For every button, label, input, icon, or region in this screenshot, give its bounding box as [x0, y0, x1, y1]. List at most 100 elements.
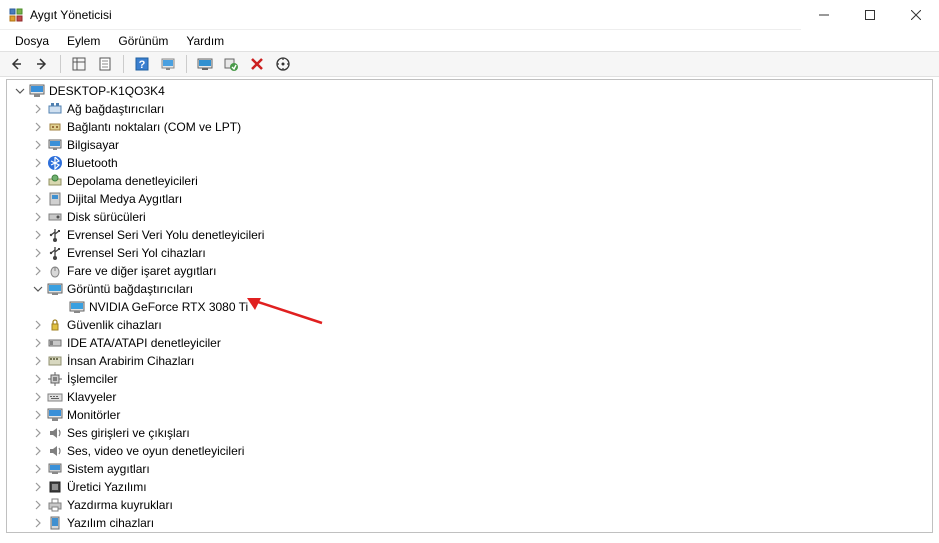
chevron-right-icon[interactable]: [31, 318, 45, 332]
device-tree: DESKTOP-K1QO3K4 Ağ bağdaştırıcıları Bağl…: [7, 80, 932, 533]
tree-item-network-adapters[interactable]: Ağ bağdaştırıcıları: [9, 100, 932, 118]
tree-item-label: Dijital Medya Aygıtları: [67, 192, 182, 206]
back-button[interactable]: [4, 53, 28, 75]
chevron-right-icon[interactable]: [31, 444, 45, 458]
tree-item-software-devices[interactable]: Yazılım cihazları: [9, 514, 932, 532]
chevron-right-icon[interactable]: [31, 498, 45, 512]
chevron-right-icon[interactable]: [31, 192, 45, 206]
monitor-icon: [47, 407, 63, 423]
tree-item-label: Sistem aygıtları: [67, 462, 150, 476]
monitor-button[interactable]: [193, 53, 217, 75]
tree-item-security-devices[interactable]: Güvenlik cihazları: [9, 316, 932, 334]
software-device-icon: [47, 515, 63, 531]
delete-button[interactable]: [245, 53, 269, 75]
tree-item-label: Ses, video ve oyun denetleyicileri: [67, 444, 244, 458]
speaker-icon: [47, 425, 63, 441]
firmware-icon: [47, 479, 63, 495]
help-button[interactable]: ?: [130, 53, 154, 75]
chevron-down-icon[interactable]: [13, 84, 27, 98]
menu-help[interactable]: Yardım: [177, 32, 233, 50]
usb-icon: [47, 227, 63, 243]
keyboard-icon: [47, 389, 63, 405]
chevron-right-icon[interactable]: [31, 426, 45, 440]
tree-item-ide-ata[interactable]: IDE ATA/ATAPI denetleyiciler: [9, 334, 932, 352]
device-tree-container[interactable]: DESKTOP-K1QO3K4 Ağ bağdaştırıcıları Bağl…: [6, 79, 933, 533]
disk-drive-icon: [47, 209, 63, 225]
cpu-icon: [47, 371, 63, 387]
tree-item-mice[interactable]: Fare ve diğer işaret aygıtları: [9, 262, 932, 280]
chevron-right-icon[interactable]: [31, 480, 45, 494]
tree-item-label: İşlemciler: [67, 372, 118, 386]
chevron-right-icon[interactable]: [31, 228, 45, 242]
tree-item-system-devices[interactable]: Sistem aygıtları: [9, 460, 932, 478]
mouse-icon: [47, 263, 63, 279]
chevron-right-icon[interactable]: [31, 246, 45, 260]
tree-item-label: Bağlantı noktaları (COM ve LPT): [67, 120, 241, 134]
chevron-right-icon[interactable]: [31, 210, 45, 224]
tree-item-audio-io[interactable]: Ses girişleri ve çıkışları: [9, 424, 932, 442]
menu-view[interactable]: Görünüm: [109, 32, 177, 50]
tree-item-usb-controllers[interactable]: Evrensel Seri Veri Yolu denetleyicileri: [9, 226, 932, 244]
tree-item-bluetooth[interactable]: Bluetooth: [9, 154, 932, 172]
menu-file[interactable]: Dosya: [6, 32, 58, 50]
tree-item-gpu-nvidia[interactable]: NVIDIA GeForce RTX 3080 Ti: [9, 298, 932, 316]
tree-item-storage-controllers[interactable]: Depolama denetleyicileri: [9, 172, 932, 190]
computer-icon: [47, 137, 63, 153]
titlebar: Aygıt Yöneticisi: [0, 0, 939, 30]
tree-item-label: Yazılım cihazları: [67, 516, 154, 530]
tree-item-label: IDE ATA/ATAPI denetleyiciler: [67, 336, 221, 350]
chevron-right-icon[interactable]: [31, 408, 45, 422]
chevron-right-icon[interactable]: [31, 264, 45, 278]
chevron-right-icon[interactable]: [31, 390, 45, 404]
chevron-right-icon[interactable]: [31, 516, 45, 530]
chevron-right-icon[interactable]: [31, 462, 45, 476]
tree-item-print-queues[interactable]: Yazdırma kuyrukları: [9, 496, 932, 514]
tree-item-label: Fare ve diğer işaret aygıtları: [67, 264, 216, 278]
chevron-down-icon[interactable]: [31, 282, 45, 296]
toolbar-separator: [123, 55, 124, 73]
chevron-right-icon[interactable]: [31, 174, 45, 188]
tree-item-processors[interactable]: İşlemciler: [9, 370, 932, 388]
tree-item-monitors[interactable]: Monitörler: [9, 406, 932, 424]
tree-item-usb-devices[interactable]: Evrensel Seri Yol cihazları: [9, 244, 932, 262]
window-controls: [801, 0, 939, 30]
bluetooth-icon: [47, 155, 63, 171]
close-button[interactable]: [893, 0, 939, 30]
update-driver-button[interactable]: [156, 53, 180, 75]
chevron-right-icon[interactable]: [31, 102, 45, 116]
uninstall-button[interactable]: [219, 53, 243, 75]
tree-item-display-adapters[interactable]: Görüntü bağdaştırıcıları: [9, 280, 932, 298]
show-hidden-button[interactable]: [67, 53, 91, 75]
svg-text:?: ?: [139, 59, 146, 71]
scan-hardware-button[interactable]: [271, 53, 295, 75]
tree-item-label: İnsan Arabirim Cihazları: [67, 354, 194, 368]
forward-button[interactable]: [30, 53, 54, 75]
app-icon: [8, 7, 24, 23]
tree-item-ports[interactable]: Bağlantı noktaları (COM ve LPT): [9, 118, 932, 136]
tree-item-computer[interactable]: Bilgisayar: [9, 136, 932, 154]
menu-action[interactable]: Eylem: [58, 32, 109, 50]
network-adapter-icon: [47, 101, 63, 117]
tree-item-label: NVIDIA GeForce RTX 3080 Ti: [89, 300, 248, 314]
speaker-icon: [47, 443, 63, 459]
chevron-right-icon[interactable]: [31, 156, 45, 170]
chevron-right-icon[interactable]: [31, 336, 45, 350]
properties-button[interactable]: [93, 53, 117, 75]
port-icon: [47, 119, 63, 135]
chevron-right-icon[interactable]: [31, 138, 45, 152]
tree-root[interactable]: DESKTOP-K1QO3K4: [9, 82, 932, 100]
tree-item-hid[interactable]: İnsan Arabirim Cihazları: [9, 352, 932, 370]
chevron-right-icon[interactable]: [31, 372, 45, 386]
chevron-right-icon[interactable]: [31, 354, 45, 368]
maximize-button[interactable]: [847, 0, 893, 30]
tree-item-sound-video-game[interactable]: Ses, video ve oyun denetleyicileri: [9, 442, 932, 460]
system-device-icon: [47, 461, 63, 477]
chevron-right-icon[interactable]: [31, 120, 45, 134]
minimize-button[interactable]: [801, 0, 847, 30]
tree-item-disk-drives[interactable]: Disk sürücüleri: [9, 208, 932, 226]
tree-item-digital-media[interactable]: Dijital Medya Aygıtları: [9, 190, 932, 208]
tree-item-keyboards[interactable]: Klavyeler: [9, 388, 932, 406]
tree-item-label: Görüntü bağdaştırıcıları: [67, 282, 193, 296]
tree-root-label: DESKTOP-K1QO3K4: [49, 84, 165, 98]
tree-item-firmware[interactable]: Üretici Yazılımı: [9, 478, 932, 496]
